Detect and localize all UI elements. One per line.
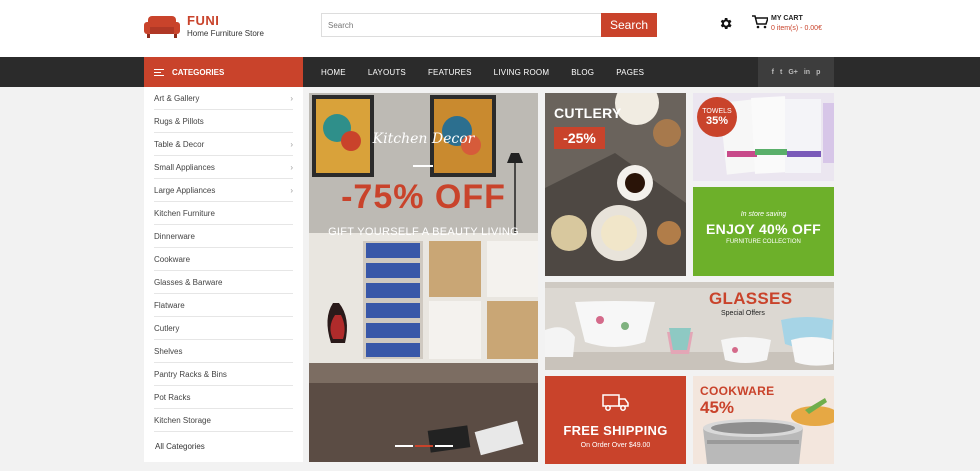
menu-item-features[interactable]: FEATURES [428,68,472,77]
free-shipping-banner[interactable]: FREE SHIPPING On Order Over $49.00 [545,376,686,464]
glasses-banner[interactable]: GLASSES Special Offers [545,282,834,370]
sidebar-item[interactable]: Cookware [154,248,293,271]
sidebar-item-label: Kitchen Storage [154,415,211,425]
search-button[interactable]: Search [601,13,657,37]
sidebar-item[interactable]: Pot Racks [154,386,293,409]
sidebar-item-label: Flatware [154,300,185,310]
brand-tagline: Home Furniture Store [187,29,264,38]
sidebar-item-label: Cookware [154,254,191,264]
sidebar-item-label: Pantry Racks & Bins [154,369,227,379]
sidebar-item[interactable]: Rugs & Pillots [154,110,293,133]
sidebar-item-label: Pot Racks [154,392,191,402]
sidebar-item-label: Shelves [154,346,183,356]
cookware-discount: 45% [700,398,735,417]
menu-item-pages[interactable]: PAGES [616,68,644,77]
menu-item-home[interactable]: HOME [321,68,346,77]
main-menu: HOME LAYOUTS FEATURES LIVING ROOM BLOG P… [321,57,666,87]
shipping-title: FREE SHIPPING [563,423,668,438]
sidebar-item[interactable]: Kitchen Storage [154,409,293,432]
sidebar-item-label: Dinnerware [154,231,195,241]
brand-name: FUNI [187,13,220,28]
sidebar-item[interactable]: Glasses & Barware [154,271,293,294]
search-input[interactable] [321,13,601,37]
cookware-title: COOKWARE [700,384,775,398]
sidebar-item[interactable]: Flatware [154,294,293,317]
chevron-right-icon: › [290,162,293,172]
hero-discount: -75% OFF [341,178,506,216]
enjoy-line3: FURNITURE COLLECTION [726,239,801,245]
sidebar-item-label: Small Appliances [154,162,215,172]
cookware-banner[interactable]: COOKWARE 45% [693,376,834,464]
chevron-right-icon: › [290,139,293,149]
towels-discount: 35% [705,115,729,127]
gear-icon[interactable] [718,16,733,31]
sidebar-item[interactable]: Dinnerware [154,225,293,248]
towels-badge: TOWELS 35% [697,97,737,137]
towels-title: TOWELS [702,108,732,115]
cart-icon [752,15,768,29]
category-sidebar: Art & Gallery › Rugs & Pillots Table & Deco… [144,87,303,462]
hero-banner[interactable]: Kitchen Decor -75% OFF GIFT YOURSELF A B… [309,93,538,462]
sidebar-item-label: Cutlery [154,323,180,333]
enjoy-line1: In store saving [740,211,787,218]
search-bar: Search [321,13,657,37]
pinterest-icon[interactable]: p [816,69,820,76]
sidebar-item-label: Large Appliances [154,185,216,195]
categories-toggle[interactable]: CATEGORIES [144,57,303,87]
twitter-icon[interactable]: t [780,69,782,76]
sidebar-item[interactable]: Small Appliances › [154,156,293,179]
sidebar-item-label: Table & Decor [154,139,205,149]
google-plus-icon[interactable]: G+ [788,69,798,76]
shipping-subtitle: On Order Over $49.00 [580,442,651,449]
categories-label: CATEGORIES [172,67,225,77]
enjoy-banner[interactable]: In store saving ENJOY 40% OFF FURNITURE … [693,187,834,276]
logo[interactable]: FUNI Home Furniture Store [144,14,264,40]
sidebar-item-label: Rugs & Pillots [154,116,204,126]
header: FUNI Home Furniture Store Search MY CART… [0,0,980,57]
menu-item-living-room[interactable]: LIVING ROOM [494,68,550,77]
social-links: f t G+ in p [758,57,834,87]
sidebar-item-label: Kitchen Furniture [154,208,215,218]
cart-widget[interactable]: MY CART 0 item(s) - 0.00€ [752,14,822,34]
all-categories-link[interactable]: All Categories [154,432,293,460]
sidebar-item[interactable]: Cutlery [154,317,293,340]
sidebar-item[interactable]: Pantry Racks & Bins [154,363,293,386]
hero-subtitle: GIFT YOURSELF A BEAUTY LIVING [328,226,519,238]
cart-summary: 0 item(s) - 0.00€ [771,25,822,32]
cutlery-discount: -25% [554,127,605,149]
sidebar-item[interactable]: Shelves [154,340,293,363]
cutlery-banner[interactable]: CUTLERY -25% [545,93,686,276]
sidebar-item-label: Glasses & Barware [154,277,223,287]
hero-divider [413,165,433,167]
hero-title: Kitchen Decor [372,131,475,147]
enjoy-line2: ENJOY 40% OFF [706,221,821,237]
facebook-icon[interactable]: f [772,69,774,76]
truck-icon [601,394,629,411]
sidebar-item[interactable]: Art & Gallery › [154,87,293,110]
menu-icon [154,68,164,76]
glasses-title: GLASSES [709,289,793,308]
hero-image [309,93,538,462]
cutlery-title: CUTLERY [554,105,622,121]
chevron-right-icon: › [290,93,293,103]
chevron-right-icon: › [290,185,293,195]
sofa-logo-icon [144,16,180,38]
linkedin-icon[interactable]: in [804,69,810,76]
glasses-subtitle: Special Offers [721,310,765,317]
sidebar-item[interactable]: Large Appliances › [154,179,293,202]
menu-item-layouts[interactable]: LAYOUTS [368,68,406,77]
towels-banner[interactable]: TOWELS 35% [693,93,834,181]
cart-title: MY CART [771,15,803,22]
sidebar-item[interactable]: Kitchen Furniture [154,202,293,225]
menu-item-blog[interactable]: BLOG [571,68,594,77]
sidebar-item-label: Art & Gallery [154,93,200,103]
sidebar-item[interactable]: Table & Decor › [154,133,293,156]
